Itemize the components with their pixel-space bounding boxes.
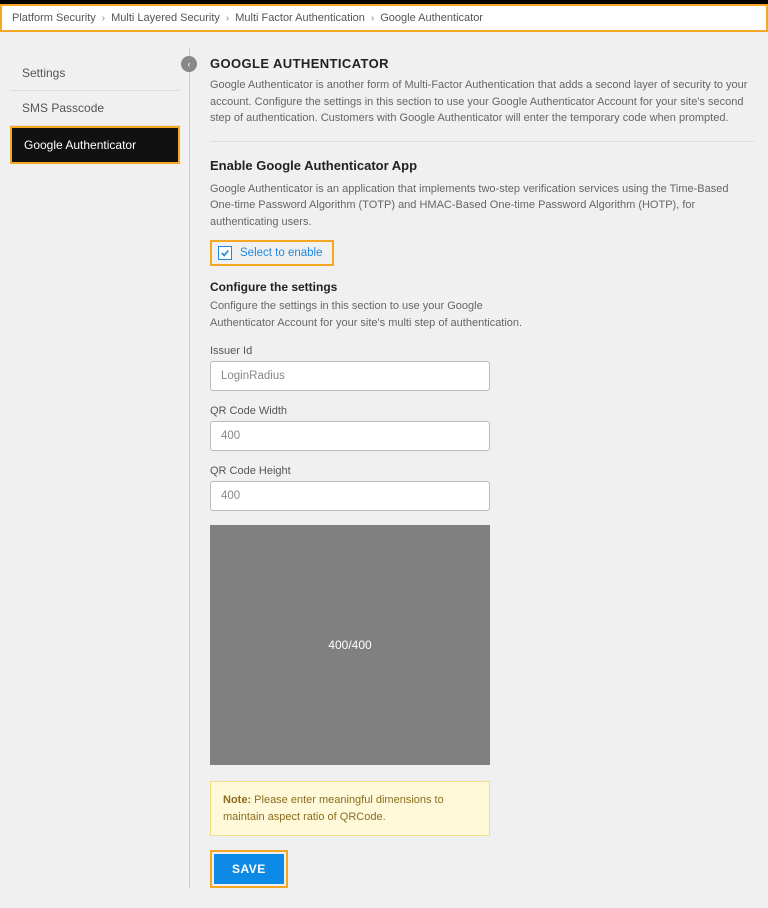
qr-height-input[interactable] [210,481,490,511]
sidebar: Settings SMS Passcode Google Authenticat… [10,48,180,888]
chevron-right-icon: › [102,13,105,24]
qr-width-input[interactable] [210,421,490,451]
breadcrumb-item[interactable]: Multi Layered Security [111,12,220,24]
sidebar-item-google-authenticator[interactable]: Google Authenticator [10,126,180,164]
divider [210,141,754,142]
checkmark-icon [220,248,230,258]
qr-code-preview: 400/400 [210,525,490,765]
issuer-id-label: Issuer Id [210,345,754,357]
enable-section-title: Enable Google Authenticator App [210,158,754,173]
save-highlight: SAVE [210,850,288,888]
note-text: Please enter meaningful dimensions to ma… [223,794,444,823]
qr-height-label: QR Code Height [210,465,754,477]
page-description: Google Authenticator is another form of … [210,77,754,127]
sidebar-divider: ‹ [180,48,198,888]
qr-width-label: QR Code Width [210,405,754,417]
breadcrumb-item[interactable]: Platform Security [12,12,96,24]
enable-checkbox[interactable] [218,246,232,260]
breadcrumb-item[interactable]: Google Authenticator [380,12,483,24]
note-prefix: Note: [223,794,251,806]
configure-title: Configure the settings [210,280,754,294]
enable-checkbox-row[interactable]: Select to enable [210,240,334,266]
issuer-id-input[interactable] [210,361,490,391]
note-box: Note: Please enter meaningful dimensions… [210,781,490,836]
save-button[interactable]: SAVE [214,854,284,884]
qr-preview-text: 400/400 [328,638,371,652]
chevron-right-icon: › [226,13,229,24]
configure-description: Configure the settings in this section t… [210,298,530,331]
enable-checkbox-label: Select to enable [240,247,322,259]
breadcrumb: Platform Security › Multi Layered Securi… [0,4,768,32]
sidebar-item-settings[interactable]: Settings [10,56,180,91]
sidebar-item-sms-passcode[interactable]: SMS Passcode [10,91,180,126]
page-title: GOOGLE AUTHENTICATOR [210,56,754,71]
collapse-sidebar-button[interactable]: ‹ [181,56,197,72]
enable-section-description: Google Authenticator is an application t… [210,181,754,231]
main-content: GOOGLE AUTHENTICATOR Google Authenticato… [198,48,758,888]
breadcrumb-item[interactable]: Multi Factor Authentication [235,12,365,24]
chevron-right-icon: › [371,13,374,24]
chevron-left-icon: ‹ [188,59,191,69]
